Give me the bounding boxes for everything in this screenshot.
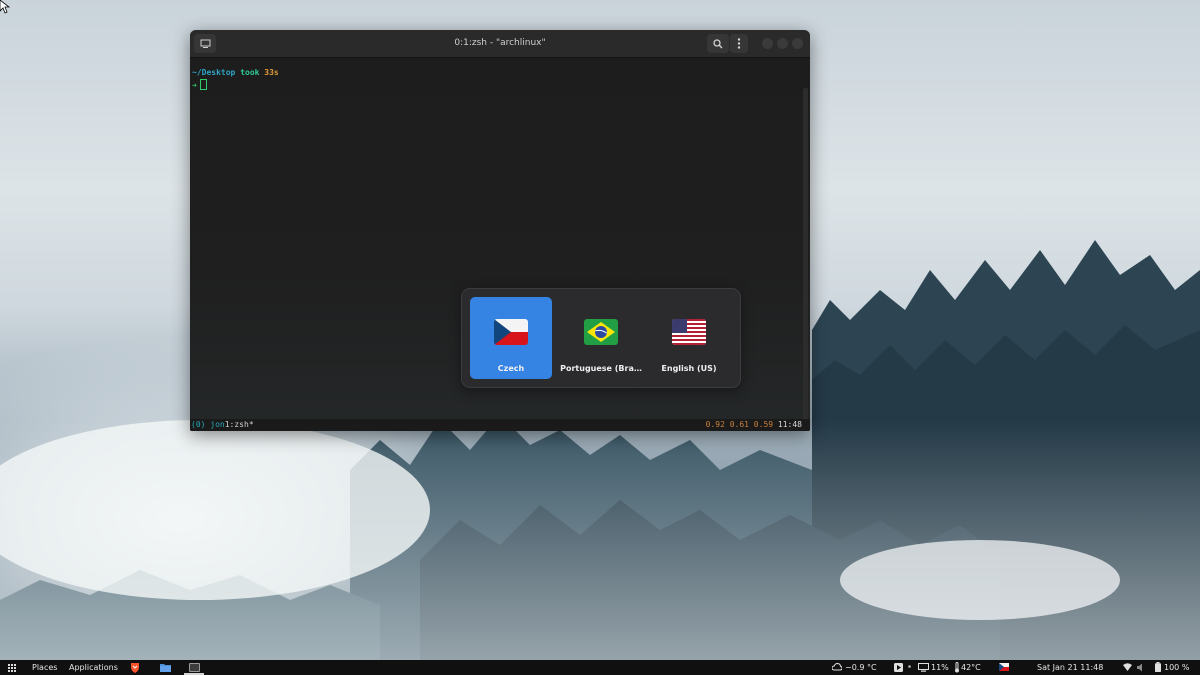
search-button[interactable] <box>707 34 729 53</box>
text-cursor <box>199 79 207 90</box>
volume-level[interactable]: 100 % <box>1164 660 1189 675</box>
flag-usa-icon <box>672 319 706 345</box>
bottom-panel: Places Applications −0.9 °C 11% 42°C Sat… <box>0 660 1200 675</box>
battery-icon[interactable] <box>1155 662 1161 672</box>
thermometer-icon <box>955 662 959 673</box>
input-source-switcher[interactable]: Czech Portuguese (Bra… English (US) <box>461 288 741 388</box>
keyboard-layout-flag-icon[interactable] <box>999 663 1009 671</box>
places-menu[interactable]: Places <box>32 660 57 675</box>
prompt-line: ~/Desktop took 33s <box>192 68 279 77</box>
minimize-button[interactable] <box>762 38 773 49</box>
date-time[interactable]: Sat Jan 21 11:48 <box>1037 660 1103 675</box>
input-source-portuguese[interactable]: Portuguese (Bra… <box>560 297 642 379</box>
tmux-clock: 11:48 <box>777 420 802 429</box>
input-line[interactable]: ➜ <box>192 79 207 90</box>
flag-czech-icon <box>494 319 528 345</box>
applications-menu[interactable]: Applications <box>69 660 118 675</box>
tmux-window: 1:zsh* <box>224 420 254 429</box>
maximize-button[interactable] <box>777 38 788 49</box>
search-icon <box>713 38 723 48</box>
prompt-arrow: ➜ <box>192 81 197 90</box>
input-source-label: Czech <box>497 364 525 373</box>
prompt-duration: 33s <box>264 68 279 77</box>
mouse-pointer-icon <box>0 0 10 14</box>
dot-icon <box>908 665 911 668</box>
weather-temperature[interactable]: −0.9 °C <box>845 660 877 675</box>
tmux-session: (0) <box>191 420 206 429</box>
wifi-icon[interactable] <box>1123 663 1132 671</box>
menu-button[interactable] <box>730 34 748 53</box>
brave-browser-icon[interactable] <box>130 662 140 673</box>
prompt-took: took <box>240 68 260 77</box>
flag-brazil-icon <box>584 319 618 345</box>
files-icon[interactable] <box>160 663 171 672</box>
input-source-label: English (US) <box>661 364 717 373</box>
input-source-label: Portuguese (Bra… <box>560 364 642 373</box>
terminal-headerbar[interactable]: 0:1:zsh - "archlinux" <box>190 30 810 58</box>
input-source-czech[interactable]: Czech <box>470 297 552 379</box>
app-grid-icon[interactable] <box>8 664 16 672</box>
tmux-load-average: 0.92 0.61 0.59 <box>705 420 774 429</box>
tmux-user: jon <box>210 420 225 429</box>
input-source-english-us[interactable]: English (US) <box>648 297 730 379</box>
terminal-app-icon[interactable] <box>189 663 200 672</box>
volume-icon[interactable] <box>1137 663 1146 672</box>
prompt-path: ~/Desktop <box>192 68 236 77</box>
weather-cloud-icon <box>832 663 842 671</box>
media-player-icon[interactable] <box>894 663 903 672</box>
battery-percent[interactable]: 11% <box>931 660 949 675</box>
battery-monitor-icon <box>918 663 929 672</box>
scrollbar[interactable] <box>803 88 808 431</box>
tmux-status-bar: (0) jon1:zsh* 0.92 0.61 0.59 11:48 <box>190 419 810 431</box>
close-button[interactable] <box>792 38 803 49</box>
cpu-temperature[interactable]: 42°C <box>961 660 981 675</box>
kebab-menu-icon <box>737 38 741 49</box>
